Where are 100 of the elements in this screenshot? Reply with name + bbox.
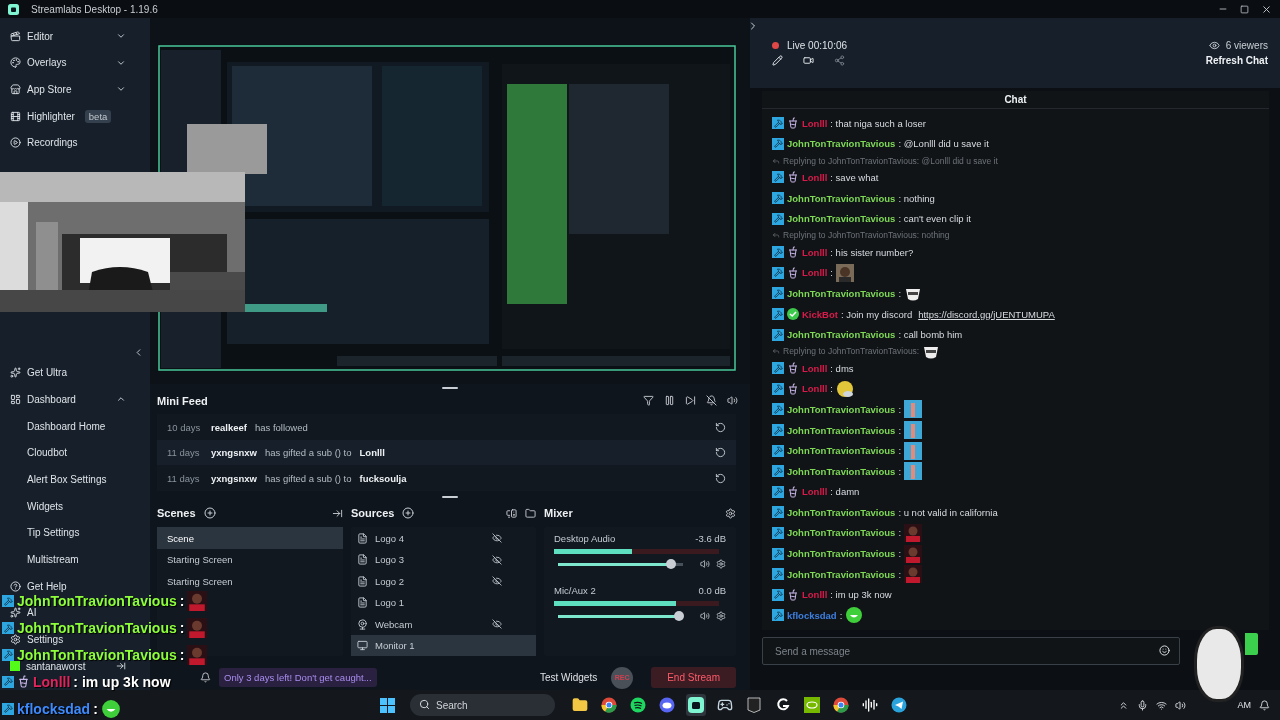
window-title: Streamlabs Desktop - 1.19.6 <box>31 3 159 15</box>
chat-message: : <box>898 527 902 539</box>
chat-username[interactable]: JohnTonTravionTavious <box>787 424 896 436</box>
chat-username[interactable]: JohnTonTravionTavious <box>787 287 896 299</box>
channel-reading: -3.6 dB <box>695 533 726 545</box>
taskbar-search-field[interactable]: Search <box>410 694 555 716</box>
chat-username[interactable]: Lonlll <box>802 117 828 129</box>
nav-item[interactable]: Overlays <box>10 55 67 70</box>
event-action: has followed <box>254 421 308 433</box>
viewer-count: 6 viewers <box>1225 40 1268 51</box>
nav-item[interactable]: Get Ultra <box>10 365 67 380</box>
overlay-message: : <box>179 593 185 610</box>
nav-item[interactable]: Get Help <box>10 579 67 594</box>
scene-item[interactable]: Starting Screen <box>157 548 343 571</box>
nav-item[interactable]: Multistream <box>27 552 79 567</box>
chat-message: : <box>898 445 902 457</box>
chat-message: : im up 3k now <box>830 589 892 601</box>
chat-message: : can't even clip it <box>898 213 971 225</box>
chat-username[interactable]: JohnTonTravionTavious <box>787 213 896 225</box>
chat-message: : his sister number? <box>830 246 914 258</box>
event-user: yxngsnxw <box>211 447 257 459</box>
clock[interactable]: AM <box>1237 700 1251 710</box>
chat-username[interactable]: JohnTonTravionTavious <box>787 445 896 457</box>
nav-item[interactable]: Alert Box Settings <box>27 472 107 487</box>
nav-item[interactable]: AI <box>10 605 37 620</box>
scene-item[interactable]: Starting Screen <box>157 570 343 592</box>
source-label: Logo 4 <box>375 532 406 544</box>
chat-username[interactable]: JohnTonTravionTavious <box>787 527 896 539</box>
source-label: Monitor 1 <box>375 640 416 652</box>
nav-item[interactable]: App Store <box>10 82 72 97</box>
event-time: 11 days <box>167 472 201 484</box>
live-timer: Live 00:10:06 <box>787 40 848 51</box>
chat-username[interactable]: JohnTonTravionTavious <box>787 568 896 580</box>
notification-text[interactable]: Only 3 days left! Don't get caught... <box>219 668 377 688</box>
chat-username[interactable]: JohnTonTravionTavious <box>787 403 896 415</box>
nav-item[interactable]: Dashboard <box>10 392 76 407</box>
nav-item[interactable]: Tip Settings <box>27 525 80 540</box>
source-item[interactable]: Logo 2 <box>351 570 536 592</box>
chat-message: : call bomb him <box>898 329 963 341</box>
source-label: Logo 3 <box>375 554 406 566</box>
end-stream-button[interactable]: End Stream <box>651 667 736 689</box>
event-time: 10 days <box>167 421 202 433</box>
chat-message: : <box>839 609 843 621</box>
event-target: Lonlll <box>359 447 385 459</box>
chat-message: : save what <box>830 172 879 183</box>
chat-message: : nothing <box>898 192 935 204</box>
reply-text: Replying to JohnTonTravionTavious: @Lonlll did u save it <box>783 155 998 166</box>
source-item[interactable]: Logo 4 <box>351 527 536 549</box>
chat-message: : @Lonlll did u save it <box>898 138 989 150</box>
event-user: yxngsnxw <box>211 472 257 484</box>
chat-username[interactable]: Lonlll <box>802 383 828 395</box>
chat-username[interactable]: JohnTonTravionTavious <box>787 192 896 204</box>
panel-title: Mini Feed <box>157 395 208 407</box>
chat-username[interactable]: JohnTonTravionTavious <box>787 138 896 150</box>
chat-username[interactable]: JohnTonTravionTavious <box>787 329 896 341</box>
nav-item[interactable]: Recordings <box>10 135 78 150</box>
chat-username[interactable]: Lonlll <box>802 267 828 279</box>
event-action: has gifted a sub () to <box>264 472 352 484</box>
chat-username[interactable]: Lonlll <box>802 486 828 498</box>
chat-username[interactable]: KickBot <box>802 308 838 320</box>
chat-username[interactable]: JohnTonTravionTavious <box>787 548 896 560</box>
overlay-username: Lonlll <box>33 673 71 690</box>
source-label: Logo 1 <box>375 597 406 609</box>
chat-message: : <box>898 287 902 299</box>
event-target: fucksoulja <box>359 472 407 484</box>
nav-item[interactable]: Dashboard Home <box>27 419 106 434</box>
channel-name: Desktop Audio <box>554 533 616 545</box>
chat-link[interactable]: https://discord.gg/jUENTUMUPA <box>918 308 1055 320</box>
source-label: Webcam <box>375 618 414 630</box>
chat-username[interactable]: Lonlll <box>802 246 828 258</box>
nav-item[interactable]: Cloudbot <box>27 445 68 460</box>
test-widgets-button[interactable]: Test Widgets <box>533 672 604 684</box>
panel-title: Mixer <box>544 507 573 520</box>
source-item[interactable]: Webcam <box>351 613 536 635</box>
chat-message: : <box>898 465 902 477</box>
channel-name: Mic/Aux 2 <box>554 585 596 597</box>
chat-username[interactable]: Lonlll <box>802 172 828 183</box>
nav-item[interactable]: Widgets <box>27 499 64 514</box>
source-label: Logo 2 <box>375 575 406 587</box>
source-item[interactable]: Logo 3 <box>351 548 536 571</box>
chat-username[interactable]: JohnTonTravionTavious <box>787 506 896 518</box>
panel-title: Scenes <box>157 507 196 520</box>
overlay-message: : im up 3k now <box>73 673 171 690</box>
chat-username[interactable]: Lonlll <box>802 589 828 601</box>
source-item[interactable]: Monitor 1 <box>351 634 536 657</box>
nav-item[interactable]: Settings <box>10 632 64 647</box>
source-item[interactable]: Logo 1 <box>351 591 536 614</box>
channel-reading: 0.0 dB <box>698 585 726 597</box>
chat-username[interactable]: Lonlll <box>802 362 828 374</box>
chat-message: : <box>830 267 833 279</box>
chat-username[interactable]: kflocksdad <box>787 609 837 621</box>
chat-message: : u not valid in california <box>898 506 998 518</box>
chat-message: : <box>898 568 902 580</box>
nav-item[interactable]: Highlighter beta <box>10 109 112 124</box>
chat-input-field[interactable]: Send a message <box>762 637 1180 665</box>
refresh-chat-button[interactable]: Refresh Chat <box>1205 55 1268 66</box>
scene-item[interactable]: Scene <box>157 527 343 549</box>
chat-message: : dms <box>830 362 854 374</box>
nav-item[interactable]: Editor <box>10 29 54 43</box>
chat-username[interactable]: JohnTonTravionTavious <box>787 465 896 477</box>
